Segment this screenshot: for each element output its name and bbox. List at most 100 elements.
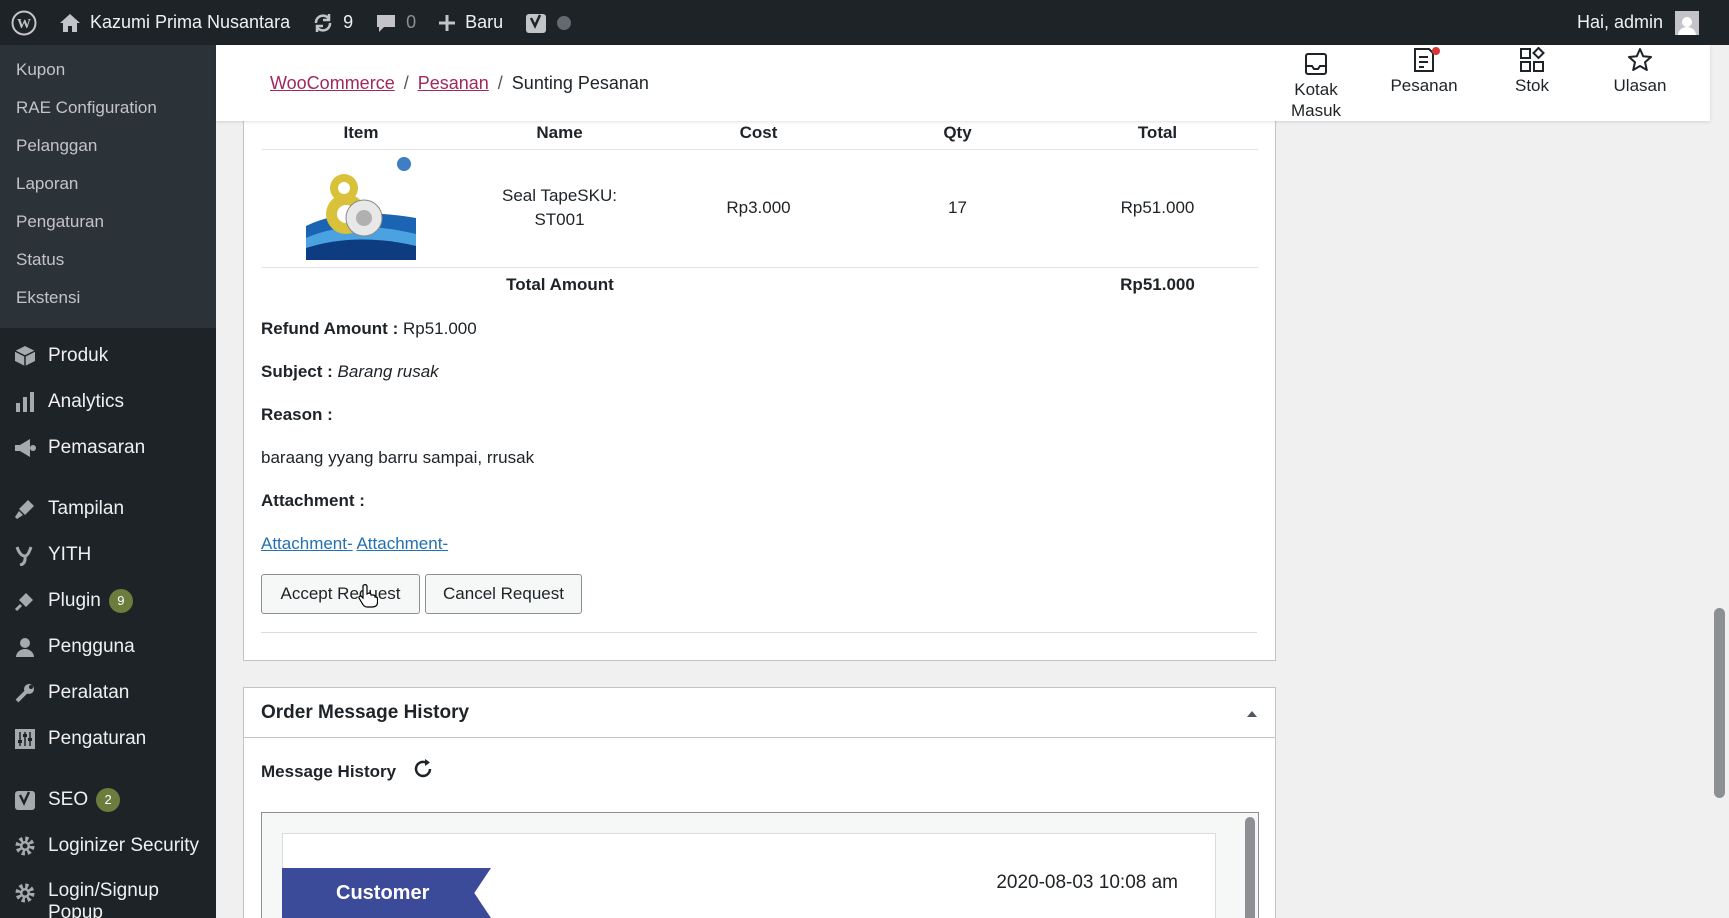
- new-label: Baru: [465, 12, 504, 32]
- breadcrumb-link-pesanan[interactable]: Pesanan: [418, 73, 489, 94]
- sidebar-item-pengaturan[interactable]: Pengaturan: [0, 716, 216, 762]
- submenu-item-ekstensi[interactable]: Ekstensi: [0, 279, 216, 317]
- sidebar-item-pemasaran[interactable]: Pemasaran: [0, 425, 216, 471]
- reviews-label: Ulasan: [1613, 76, 1667, 95]
- sidebar-item-tampilan[interactable]: Tampilan: [0, 486, 216, 532]
- panel-title: Order Message History: [261, 701, 470, 723]
- table-row: Seal TapeSKU: ST001 Rp3.000 17 Rp51.000: [262, 149, 1258, 268]
- svg-text:W: W: [17, 17, 31, 32]
- column-header: Qty: [858, 117, 1057, 150]
- sidebar-item-plugin[interactable]: Plugin 9: [0, 578, 216, 624]
- attachment-link[interactable]: Attachment-: [261, 534, 353, 553]
- sidebar-item-yith[interactable]: YITH: [0, 532, 216, 578]
- item-name-cell: Seal TapeSKU: ST001: [460, 149, 659, 268]
- page-scrollbar[interactable]: [1714, 608, 1725, 798]
- accept-request-button[interactable]: Accept Request: [261, 574, 420, 614]
- submenu-item-status[interactable]: Status: [0, 241, 216, 279]
- column-header: Cost: [659, 117, 858, 150]
- divider: [261, 632, 1257, 633]
- updates-icon: [312, 12, 334, 34]
- comment-icon: [375, 13, 397, 33]
- yoast-icon: [12, 787, 38, 813]
- message-item: Customer 2020-08-03 10:08 am: [282, 833, 1216, 918]
- yith-icon: [12, 542, 38, 568]
- product-thumbnail: [306, 156, 416, 260]
- column-header: Item: [262, 117, 460, 150]
- panel-header[interactable]: Order Message History: [244, 688, 1275, 738]
- breadcrumb-separator: /: [497, 72, 503, 93]
- sidebar-item-pengguna[interactable]: Pengguna: [0, 624, 216, 670]
- attachment-link[interactable]: Attachment-: [356, 534, 448, 553]
- submenu-item-laporan[interactable]: Laporan: [0, 165, 216, 203]
- inbox-button[interactable]: Kotak Masuk: [1262, 49, 1370, 121]
- sidebar-item-label: Pemasaran: [48, 437, 146, 458]
- site-name-link[interactable]: Kazumi Prima Nusantara: [48, 0, 301, 45]
- plugin-update-badge: 9: [108, 589, 133, 613]
- home-icon: [59, 13, 81, 33]
- message-list: Customer 2020-08-03 10:08 am: [261, 812, 1259, 918]
- sidebar-item-loginizer[interactable]: Loginizer Security: [0, 823, 216, 869]
- megaphone-icon: [12, 435, 38, 461]
- total-label: Total Amount: [506, 275, 614, 295]
- breadcrumb-separator: /: [403, 72, 409, 93]
- star-icon: [1627, 45, 1653, 75]
- updates-link[interactable]: 9: [301, 0, 364, 45]
- seo-status-dot-icon: [556, 15, 572, 31]
- sidebar-item-label: Pengguna: [48, 636, 135, 657]
- message-history-label: Message History: [261, 761, 397, 781]
- my-account[interactable]: Hai, admin: [1577, 10, 1729, 35]
- table-header-row: Item Name Cost Qty Total: [262, 117, 1258, 150]
- sidebar-item-analytics[interactable]: Analytics: [0, 379, 216, 425]
- admin-sidebar: Kupon RAE Configuration Pelanggan Lapora…: [0, 45, 216, 918]
- breadcrumb-link-woocommerce[interactable]: WooCommerce: [270, 73, 395, 94]
- reason-label: Reason :: [261, 405, 333, 424]
- total-row: Total Amount Rp51.000: [262, 267, 1258, 303]
- collapse-toggle-icon[interactable]: [1246, 702, 1258, 724]
- reviews-button[interactable]: Ulasan: [1586, 45, 1694, 121]
- stock-icon: [1519, 45, 1545, 75]
- wordpress-logo-icon[interactable]: W: [0, 0, 48, 45]
- comments-link[interactable]: 0: [364, 0, 427, 45]
- box-icon: [12, 343, 38, 369]
- sidebar-item-seo[interactable]: SEO 2: [0, 777, 216, 823]
- seo-badge: 2: [96, 788, 121, 812]
- cancel-request-button[interactable]: Cancel Request: [425, 574, 582, 614]
- item-sku: ST001: [534, 210, 585, 229]
- message-scrollbar[interactable]: [1245, 817, 1255, 918]
- orders-label: Pesanan: [1390, 76, 1458, 95]
- new-content-link[interactable]: Baru: [427, 0, 514, 45]
- plug-icon: [12, 588, 38, 614]
- refund-amount: Refund Amount : Rp51.000: [261, 319, 477, 339]
- admin-bar: W Kazumi Prima Nusantara 9 0 Baru Hai, a…: [0, 0, 1729, 45]
- stock-button[interactable]: Stok: [1478, 45, 1586, 121]
- column-header: Name: [460, 117, 659, 150]
- gear-icon: [12, 833, 38, 859]
- submenu-item-pengaturan[interactable]: Pengaturan: [0, 203, 216, 241]
- refresh-icon[interactable]: [412, 758, 434, 785]
- refund-items-table: Item Name Cost Qty Total Seal TapeSKU: S…: [262, 117, 1258, 303]
- item-qty: 17: [858, 149, 1057, 268]
- message-sender: Customer: [336, 881, 430, 904]
- sidebar-item-produk[interactable]: Produk: [0, 333, 216, 379]
- refund-amount-value: Rp51.000: [402, 319, 477, 338]
- submenu-item-rae-configuration[interactable]: RAE Configuration: [0, 89, 216, 127]
- item-cell: [262, 149, 460, 268]
- yoast-icon: [525, 11, 547, 35]
- item-total: Rp51.000: [1057, 149, 1258, 268]
- sidebar-item-label: YITH: [48, 544, 92, 565]
- woocommerce-header: WooCommerce / Pesanan / Sunting Pesanan …: [216, 45, 1710, 121]
- submenu-item-kupon[interactable]: Kupon: [0, 51, 216, 89]
- sidebar-item-login-signup[interactable]: Login/Signup Popup: [0, 869, 216, 918]
- item-cost: Rp3.000: [659, 149, 858, 268]
- yoast-menu[interactable]: [514, 0, 583, 45]
- orders-button[interactable]: Pesanan: [1370, 45, 1478, 121]
- item-name: Seal TapeSKU:: [502, 186, 617, 205]
- message-date: 2020-08-03 10:08 am: [996, 872, 1178, 893]
- submenu-item-pelanggan[interactable]: Pelanggan: [0, 127, 216, 165]
- breadcrumb: WooCommerce / Pesanan / Sunting Pesanan: [270, 73, 649, 94]
- refund-request-panel: Item Name Cost Qty Total Seal TapeSKU: S…: [243, 100, 1276, 661]
- sidebar-item-peralatan[interactable]: Peralatan: [0, 670, 216, 716]
- subject: Subject : Barang rusak: [261, 362, 439, 382]
- sender-ribbon: Customer: [282, 868, 491, 918]
- paintbrush-icon: [12, 496, 38, 522]
